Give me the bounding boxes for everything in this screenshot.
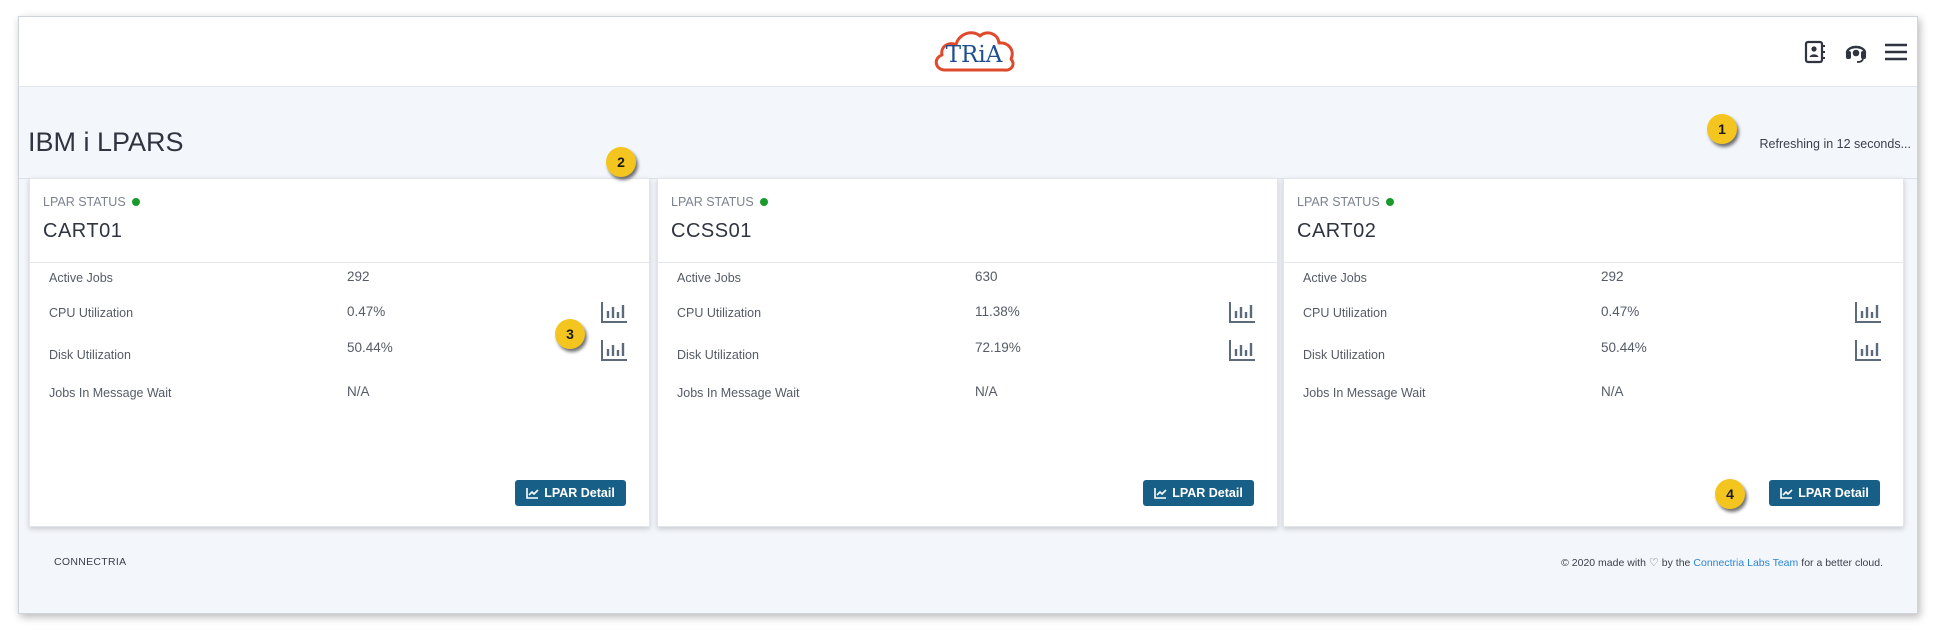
- metric-row-disk: Disk Utilization 50.44%: [1284, 340, 1903, 370]
- lpar-name: CART02: [1297, 220, 1377, 242]
- metric-value: 0.47%: [1601, 304, 1640, 319]
- metric-row-msg-wait: Jobs In Message Wait N/A: [1284, 379, 1903, 409]
- metric-label: Disk Utilization: [49, 348, 131, 362]
- app-window: TRiA IBM i LPARS Refreshing in 12 second…: [18, 16, 1918, 614]
- metric-label: CPU Utilization: [49, 306, 134, 320]
- lpar-status-label: LPAR STATUS: [43, 195, 140, 209]
- hamburger-menu-icon[interactable]: [1881, 37, 1911, 67]
- metric-row-active-jobs: Active Jobs 630: [658, 264, 1277, 294]
- disk-chart-icon[interactable]: [1227, 337, 1257, 363]
- metric-value: 11.38%: [975, 304, 1020, 319]
- detail-button-label: LPAR Detail: [1172, 486, 1243, 500]
- metric-row-disk: Disk Utilization 50.44%: [30, 340, 649, 370]
- metric-label: Active Jobs: [49, 271, 113, 285]
- page-header: IBM i LPARS Refreshing in 12 seconds...: [19, 87, 1917, 179]
- lpar-detail-button[interactable]: LPAR Detail: [515, 480, 626, 506]
- status-ok-icon: [131, 198, 140, 206]
- metric-label: Disk Utilization: [677, 348, 759, 362]
- lpar-status-label: LPAR STATUS: [671, 195, 768, 209]
- metric-row-cpu: CPU Utilization 0.47%: [1284, 299, 1903, 329]
- lpar-status-label: LPAR STATUS: [1297, 195, 1394, 209]
- line-chart-icon: [1154, 488, 1167, 499]
- metric-row-msg-wait: Jobs In Message Wait N/A: [30, 379, 649, 409]
- lpar-name: CART01: [43, 220, 123, 242]
- footer-brand: CONNECTRIA: [54, 556, 127, 568]
- callout-marker: 3: [555, 319, 585, 349]
- status-label-text: LPAR STATUS: [1297, 195, 1380, 209]
- logo-text: TRiA: [945, 42, 1003, 68]
- contacts-icon[interactable]: [1800, 37, 1830, 67]
- callout-marker: 4: [1715, 479, 1745, 509]
- metric-value: 50.44%: [347, 340, 393, 355]
- footer-prefix: © 2020 made with: [1561, 556, 1646, 569]
- metric-value: 630: [975, 269, 998, 284]
- headset-support-icon[interactable]: [1841, 37, 1871, 67]
- status-ok-icon: [1385, 198, 1394, 206]
- lpar-card: LPAR STATUS CART02 Active Jobs 292 CPU U…: [1283, 178, 1904, 527]
- callout-marker: 2: [606, 147, 636, 177]
- metric-row-disk: Disk Utilization 72.19%: [658, 340, 1277, 370]
- lpar-card: LPAR STATUS CART01 Active Jobs 292 CPU U…: [29, 178, 650, 527]
- metric-label: Jobs In Message Wait: [1303, 386, 1426, 400]
- metric-row-cpu: CPU Utilization 11.38%: [658, 299, 1277, 329]
- lpar-name: CCSS01: [671, 220, 752, 242]
- lpar-card-header: LPAR STATUS CCSS01: [658, 179, 1277, 263]
- metric-label: Disk Utilization: [1303, 348, 1385, 362]
- metric-value: N/A: [975, 384, 998, 399]
- top-navbar: TRiA: [19, 17, 1917, 87]
- line-chart-icon: [1780, 488, 1793, 499]
- metric-label: Jobs In Message Wait: [49, 386, 172, 400]
- callout-marker: 1: [1707, 114, 1737, 144]
- tria-logo[interactable]: TRiA: [931, 24, 1017, 80]
- cpu-chart-icon[interactable]: [1227, 299, 1257, 325]
- detail-button-label: LPAR Detail: [544, 486, 615, 500]
- metric-row-active-jobs: Active Jobs 292: [30, 264, 649, 294]
- metric-value: 0.47%: [347, 304, 386, 319]
- metric-row-msg-wait: Jobs In Message Wait N/A: [658, 379, 1277, 409]
- metric-value: 50.44%: [1601, 340, 1647, 355]
- status-ok-icon: [759, 198, 768, 206]
- metric-row-cpu: CPU Utilization 0.47%: [30, 299, 649, 329]
- lpar-card: LPAR STATUS CCSS01 Active Jobs 630 CPU U…: [657, 178, 1278, 527]
- footer-suffix: for a better cloud.: [1801, 556, 1883, 569]
- detail-button-label: LPAR Detail: [1798, 486, 1869, 500]
- metric-value: 292: [347, 269, 370, 284]
- connectria-labs-link[interactable]: Connectria Labs Team: [1693, 557, 1798, 569]
- lpar-card-header: LPAR STATUS CART02: [1284, 179, 1903, 263]
- disk-chart-icon[interactable]: [599, 337, 629, 363]
- line-chart-icon: [526, 488, 539, 499]
- status-label-text: LPAR STATUS: [43, 195, 126, 209]
- metric-label: Jobs In Message Wait: [677, 386, 800, 400]
- footer-mid: by the: [1661, 556, 1691, 569]
- metric-value: N/A: [347, 384, 370, 399]
- metric-row-active-jobs: Active Jobs 292: [1284, 264, 1903, 294]
- metric-value: 292: [1601, 269, 1624, 284]
- metric-label: CPU Utilization: [1303, 306, 1388, 320]
- metric-label: Active Jobs: [677, 271, 741, 285]
- disk-chart-icon[interactable]: [1853, 337, 1883, 363]
- lpar-detail-button[interactable]: LPAR Detail: [1143, 480, 1254, 506]
- page-title: IBM i LPARS: [28, 127, 184, 157]
- refresh-countdown: Refreshing in 12 seconds...: [1759, 137, 1911, 151]
- cpu-chart-icon[interactable]: [1853, 299, 1883, 325]
- metric-value: 72.19%: [975, 340, 1021, 355]
- heart-icon: ♡: [1648, 557, 1659, 569]
- metric-label: Active Jobs: [1303, 271, 1367, 285]
- status-label-text: LPAR STATUS: [671, 195, 754, 209]
- lpar-detail-button[interactable]: LPAR Detail: [1769, 480, 1880, 506]
- cpu-chart-icon[interactable]: [599, 299, 629, 325]
- footer-credits: © 2020 made with ♡ by the Connectria Lab…: [1561, 556, 1883, 570]
- metric-value: N/A: [1601, 384, 1624, 399]
- lpar-card-header: LPAR STATUS CART01: [30, 179, 649, 263]
- metric-label: CPU Utilization: [677, 306, 762, 320]
